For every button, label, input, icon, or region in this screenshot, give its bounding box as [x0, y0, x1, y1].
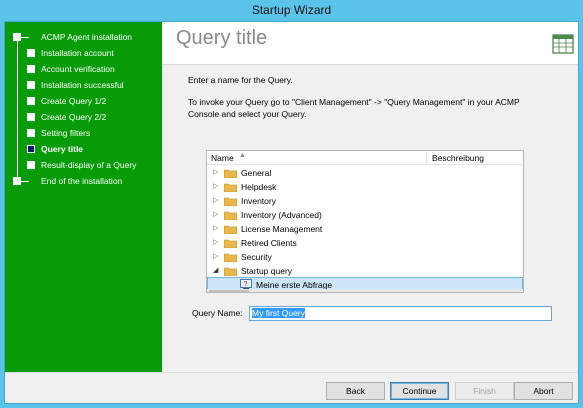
continue-button[interactable]: Continue — [390, 382, 449, 400]
step-account-verification: Account verification — [5, 62, 162, 76]
step-acmp-agent-installation: ACMP Agent installation — [5, 30, 162, 44]
horizontal-scrollbar[interactable] — [207, 289, 523, 292]
finish-button[interactable]: Finish — [455, 382, 514, 400]
step-marker — [27, 113, 35, 121]
step-label: Installation successful — [41, 80, 124, 90]
tree-folder-general[interactable]: ▷ General — [207, 166, 523, 180]
query-name-label: Query Name: — [192, 308, 243, 318]
tree-folder-inventory-advanced[interactable]: ▷ Inventory (Advanced) — [207, 208, 523, 222]
abort-button[interactable]: Abort — [514, 382, 573, 400]
tree-folder-security[interactable]: ▷ Security — [207, 250, 523, 264]
button-bar: Back Continue Finish Abort — [5, 372, 578, 403]
step-installation-account: Installation account — [5, 46, 162, 60]
step-label: Create Query 2/2 — [41, 112, 107, 122]
folder-label: Inventory (Advanced) — [241, 210, 322, 220]
wizard-window: ACMP Agent installation Installation acc… — [4, 21, 579, 404]
step-installation-successful: Installation successful — [5, 78, 162, 92]
folder-label: Helpdesk — [241, 182, 277, 192]
expand-arrow-icon[interactable]: ▷ — [213, 166, 218, 180]
folder-label: Inventory — [241, 196, 276, 206]
query-name-input[interactable]: My first Query — [249, 306, 552, 321]
folder-open-icon — [224, 267, 237, 276]
step-label: Query title — [41, 144, 84, 154]
tree-folder-startup-query[interactable]: ◢ Startup query — [207, 264, 523, 278]
step-marker — [27, 97, 35, 105]
expand-arrow-icon[interactable]: ▷ — [213, 208, 218, 222]
back-button[interactable]: Back — [326, 382, 385, 400]
tree-folder-helpdesk[interactable]: ▷ Helpdesk — [207, 180, 523, 194]
instruction-text: Enter a name for the Query. — [188, 75, 293, 85]
folder-label: Startup query — [241, 266, 293, 276]
query-name-value: My first Query — [252, 308, 305, 318]
step-label: Account verification — [41, 64, 115, 74]
svg-text:?: ? — [244, 281, 248, 288]
step-label: Create Query 1/2 — [41, 96, 107, 106]
collapse-arrow-icon[interactable]: ◢ — [213, 264, 218, 278]
step-setting-filters: Setting filters — [5, 126, 162, 140]
folder-label: License Management — [241, 224, 323, 234]
content-panel: Query title Enter a name for the Query. … — [162, 22, 578, 372]
folder-icon — [224, 197, 237, 206]
window-title: Startup Wizard — [251, 3, 332, 17]
folder-label: Retired Clients — [241, 238, 297, 248]
expand-arrow-icon[interactable]: ▷ — [213, 236, 218, 250]
folder-icon — [224, 169, 237, 178]
step-marker — [27, 81, 35, 89]
tree-folder-license-management[interactable]: ▷ License Management — [207, 222, 523, 236]
step-label: Result-display of a Query — [41, 160, 137, 170]
expand-arrow-icon[interactable]: ▷ — [213, 250, 218, 264]
expand-arrow-icon[interactable]: ▷ — [213, 222, 218, 236]
step-marker — [27, 129, 35, 137]
expand-arrow-icon[interactable]: ▷ — [213, 180, 218, 194]
step-label: Installation account — [41, 48, 114, 58]
step-label: ACMP Agent installation — [41, 32, 133, 42]
step-query-title: Query title — [5, 142, 162, 156]
folder-icon — [224, 239, 237, 248]
tree-folder-retired-clients[interactable]: ▷ Retired Clients — [207, 236, 523, 250]
title-bar: Startup Wizard — [0, 0, 583, 21]
scrollbar-thumb[interactable] — [209, 290, 249, 292]
step-marker — [13, 177, 21, 185]
hint-text-line-1: To invoke your Query go to "Client Manag… — [188, 97, 520, 107]
step-result-display: Result-display of a Query — [5, 158, 162, 172]
folder-label: Security — [241, 252, 272, 262]
expand-arrow-icon[interactable]: ▷ — [213, 194, 218, 208]
step-end-of-installation: End of the installation — [5, 174, 162, 188]
query-folder-tree[interactable]: Name ▲ Beschreibung ▷ General ▷ Helpdesk… — [206, 150, 524, 293]
column-name[interactable]: Name — [211, 153, 234, 163]
tree-column-header: Name ▲ Beschreibung — [207, 151, 523, 165]
step-marker — [27, 49, 35, 57]
folder-icon — [224, 211, 237, 220]
steps-sidebar: ACMP Agent installation Installation acc… — [5, 22, 162, 372]
step-create-query-1: Create Query 1/2 — [5, 94, 162, 108]
step-marker — [13, 33, 21, 41]
folder-label: General — [241, 168, 272, 178]
step-create-query-2: Create Query 2/2 — [5, 110, 162, 124]
query-table-icon — [552, 34, 574, 54]
page-title: Query title — [176, 27, 268, 49]
sort-ascending-icon: ▲ — [239, 152, 246, 159]
step-label: Setting filters — [41, 128, 91, 138]
step-marker-current — [27, 145, 35, 153]
hint-text-line-2: Console and select your Query. — [188, 109, 307, 119]
page-header: Query title — [162, 22, 578, 65]
step-label: End of the installation — [41, 176, 123, 186]
folder-icon — [224, 183, 237, 192]
folder-icon — [224, 253, 237, 262]
folder-icon — [224, 225, 237, 234]
tree-folder-inventory[interactable]: ▷ Inventory — [207, 194, 523, 208]
step-marker — [27, 161, 35, 169]
column-description[interactable]: Beschreibung — [432, 153, 484, 163]
step-marker — [27, 65, 35, 73]
